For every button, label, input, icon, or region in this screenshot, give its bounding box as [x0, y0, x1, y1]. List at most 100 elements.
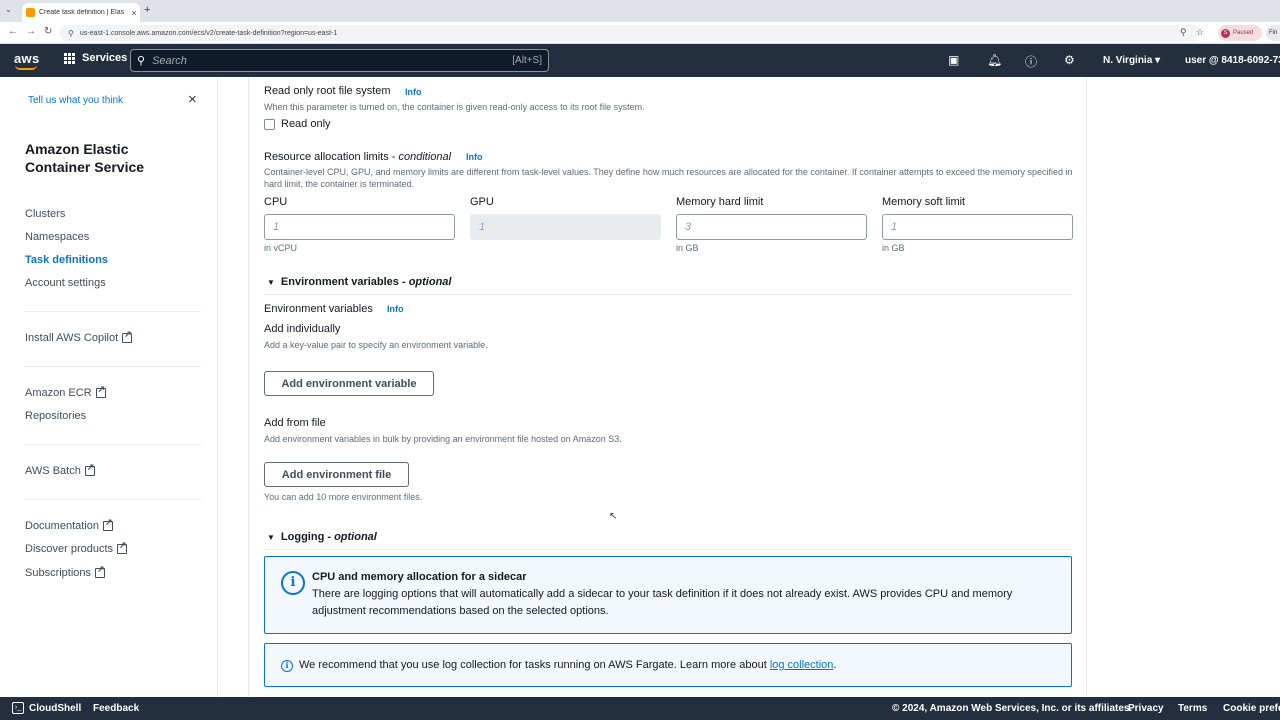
memory-hard-limit-label: Memory hard limit — [676, 196, 764, 208]
settings-gear-icon[interactable]: ⚙ — [1064, 53, 1075, 67]
logging-section-toggle[interactable]: ▼ Logging - optional — [267, 531, 377, 543]
log-collection-text: We recommend that you use log collection… — [299, 659, 837, 671]
readonly-info-link[interactable]: Info — [405, 87, 422, 97]
sidebar-item-subscriptions[interactable]: Subscriptions — [25, 564, 106, 579]
sidebar-item-clusters[interactable]: Clusters — [25, 208, 65, 220]
close-nav-icon[interactable]: × — [188, 91, 197, 108]
tab-list-chevron-icon[interactable]: ⌄ — [5, 5, 12, 14]
new-tab-button[interactable]: + — [144, 4, 150, 16]
close-tab-icon[interactable]: × — [128, 8, 140, 18]
container-settings-panel: Read only root file system Info When thi… — [248, 77, 1087, 697]
memory-soft-limit-label: Memory soft limit — [882, 196, 966, 208]
aws-logo[interactable]: aws — [14, 51, 39, 66]
sidebar-item-discover-products[interactable]: Discover products — [25, 540, 128, 555]
sidebar-item-install-copilot[interactable]: Install AWS Copilot — [25, 329, 133, 344]
memory-hard-limit-input[interactable]: 3 — [676, 214, 867, 240]
external-link-icon — [103, 517, 113, 531]
search-placeholder: Search — [152, 54, 187, 67]
mouse-cursor-icon: ↖ — [609, 511, 618, 522]
caret-down-icon: ▼ — [267, 532, 275, 542]
extra-toolbar-chip[interactable]: Fin — [1266, 25, 1280, 41]
readonly-description: When this parameter is turned on, the co… — [264, 102, 645, 112]
service-title[interactable]: Amazon Elastic Container Service — [25, 140, 195, 176]
caret-down-icon: ▼ — [267, 277, 275, 287]
feedback-link[interactable]: Tell us what you think — [28, 95, 123, 106]
sidebar-item-task-definitions[interactable]: Task definitions — [25, 254, 108, 266]
help-icon[interactable]: ⓘ — [1025, 53, 1037, 70]
add-individually-label: Add individually — [264, 323, 341, 335]
env-section-toggle[interactable]: ▼ Environment variables - optional — [267, 276, 451, 288]
region-selector[interactable]: N. Virginia ▾ — [1103, 55, 1160, 66]
readonly-checkbox[interactable] — [264, 119, 275, 130]
add-individually-description: Add a key-value pair to specify an envir… — [264, 340, 488, 350]
forward-icon[interactable]: → — [26, 26, 36, 37]
browser-tab[interactable]: Create task definition | Elastic C × — [22, 3, 140, 22]
sidebar-item-documentation[interactable]: Documentation — [25, 517, 113, 532]
account-menu[interactable]: user @ 8418-6092-73 — [1185, 55, 1280, 66]
cpu-hint: in vCPU — [264, 243, 298, 253]
cpu-input[interactable]: 1 — [264, 214, 455, 240]
add-environment-variable-button[interactable]: Add environment variable — [264, 371, 434, 396]
nav-divider — [25, 366, 201, 367]
cloudshell-button[interactable]: CloudShell — [29, 703, 81, 714]
main-content: Read only root file system Info When thi… — [218, 77, 1280, 697]
sidecar-info-alert: i CPU and memory allocation for a sideca… — [264, 556, 1072, 634]
search-icon: ⚲ — [137, 55, 146, 67]
cpu-label: CPU — [264, 196, 288, 208]
url-field[interactable]: ⚲ us-east-1.console.aws.amazon.com/ecs/v… — [60, 25, 1200, 41]
footer-cookie-preferences-link[interactable]: Cookie prefer — [1223, 703, 1280, 714]
console-footer: ›_ CloudShell Feedback © 2024, Amazon We… — [0, 697, 1280, 720]
footer-copyright: © 2024, Amazon Web Services, Inc. or its… — [892, 703, 1133, 714]
notifications-bell-icon[interactable]: 🔔︎ — [987, 53, 1002, 67]
env-vars-info-link[interactable]: Info — [387, 304, 404, 314]
memory-soft-limit-hint: in GB — [882, 243, 905, 253]
aws-top-nav: aws Services ⚲ Search [Alt+S] ▣ 🔔︎ ⓘ ⚙ N… — [0, 44, 1280, 77]
nav-divider — [25, 499, 201, 500]
env-vars-label: Environment variables — [264, 303, 373, 315]
services-label: Services — [82, 52, 128, 64]
sidebar-item-aws-batch[interactable]: AWS Batch — [25, 462, 95, 477]
sidecar-alert-title: CPU and memory allocation for a sidecar — [312, 571, 527, 583]
nav-divider — [25, 311, 201, 312]
cloudshell-icon[interactable]: ▣ — [948, 53, 959, 67]
memory-soft-limit-input[interactable]: 1 — [882, 214, 1073, 240]
search-input[interactable]: ⚲ Search [Alt+S] — [130, 49, 549, 72]
section-divider — [264, 294, 1072, 295]
profile-avatar: S — [1221, 28, 1230, 38]
services-menu-button[interactable]: Services — [64, 52, 127, 64]
resource-limits-label: Resource allocation limits - conditional — [264, 151, 452, 163]
back-icon[interactable]: ← — [8, 26, 18, 37]
sidebar-item-account-settings[interactable]: Account settings — [25, 277, 106, 289]
sidebar-item-repositories[interactable]: Repositories — [25, 410, 86, 422]
external-link-icon — [117, 540, 128, 554]
sidebar-item-namespaces[interactable]: Namespaces — [25, 231, 89, 243]
footer-feedback-button[interactable]: Feedback — [93, 703, 139, 714]
sidecar-alert-text: There are logging options that will auto… — [312, 588, 1013, 617]
info-circle-icon: i — [281, 571, 305, 595]
gpu-label: GPU — [470, 196, 494, 208]
readonly-checkbox-label[interactable]: Read only — [281, 118, 331, 130]
bookmark-star-icon[interactable]: ☆ — [1196, 27, 1204, 38]
add-from-file-label: Add from file — [264, 417, 326, 429]
aws-favicon-icon — [26, 8, 35, 17]
external-link-icon — [122, 329, 133, 343]
side-navigation: Tell us what you think × Amazon Elastic … — [0, 77, 218, 697]
resource-limits-info-link[interactable]: Info — [466, 152, 483, 162]
resource-limits-description: Container-level CPU, GPU, and memory lim… — [264, 167, 1073, 189]
log-collection-info-alert: i We recommend that you use log collecti… — [264, 643, 1072, 687]
sidebar-item-amazon-ecr[interactable]: Amazon ECR — [25, 384, 106, 399]
log-collection-link[interactable]: log collection — [770, 659, 834, 671]
external-link-icon — [95, 564, 106, 578]
search-shortcut: [Alt+S] — [512, 55, 542, 66]
footer-privacy-link[interactable]: Privacy — [1128, 703, 1164, 714]
footer-terms-link[interactable]: Terms — [1178, 703, 1207, 714]
zoom-icon[interactable]: ⚲ — [1180, 27, 1187, 38]
profile-button[interactable]: S Paused — [1218, 25, 1262, 41]
tab-title: Create task definition | Elastic C — [39, 9, 124, 16]
gpu-input[interactable]: 1 — [470, 214, 661, 240]
add-environment-file-button[interactable]: Add environment file — [264, 462, 409, 487]
site-info-icon[interactable]: ⚲ — [68, 29, 74, 38]
reload-icon[interactable]: ↻ — [44, 26, 52, 37]
browser-tab-bar: ⌄ Create task definition | Elastic C × + — [0, 0, 1280, 22]
profile-status: Paused — [1233, 30, 1254, 36]
